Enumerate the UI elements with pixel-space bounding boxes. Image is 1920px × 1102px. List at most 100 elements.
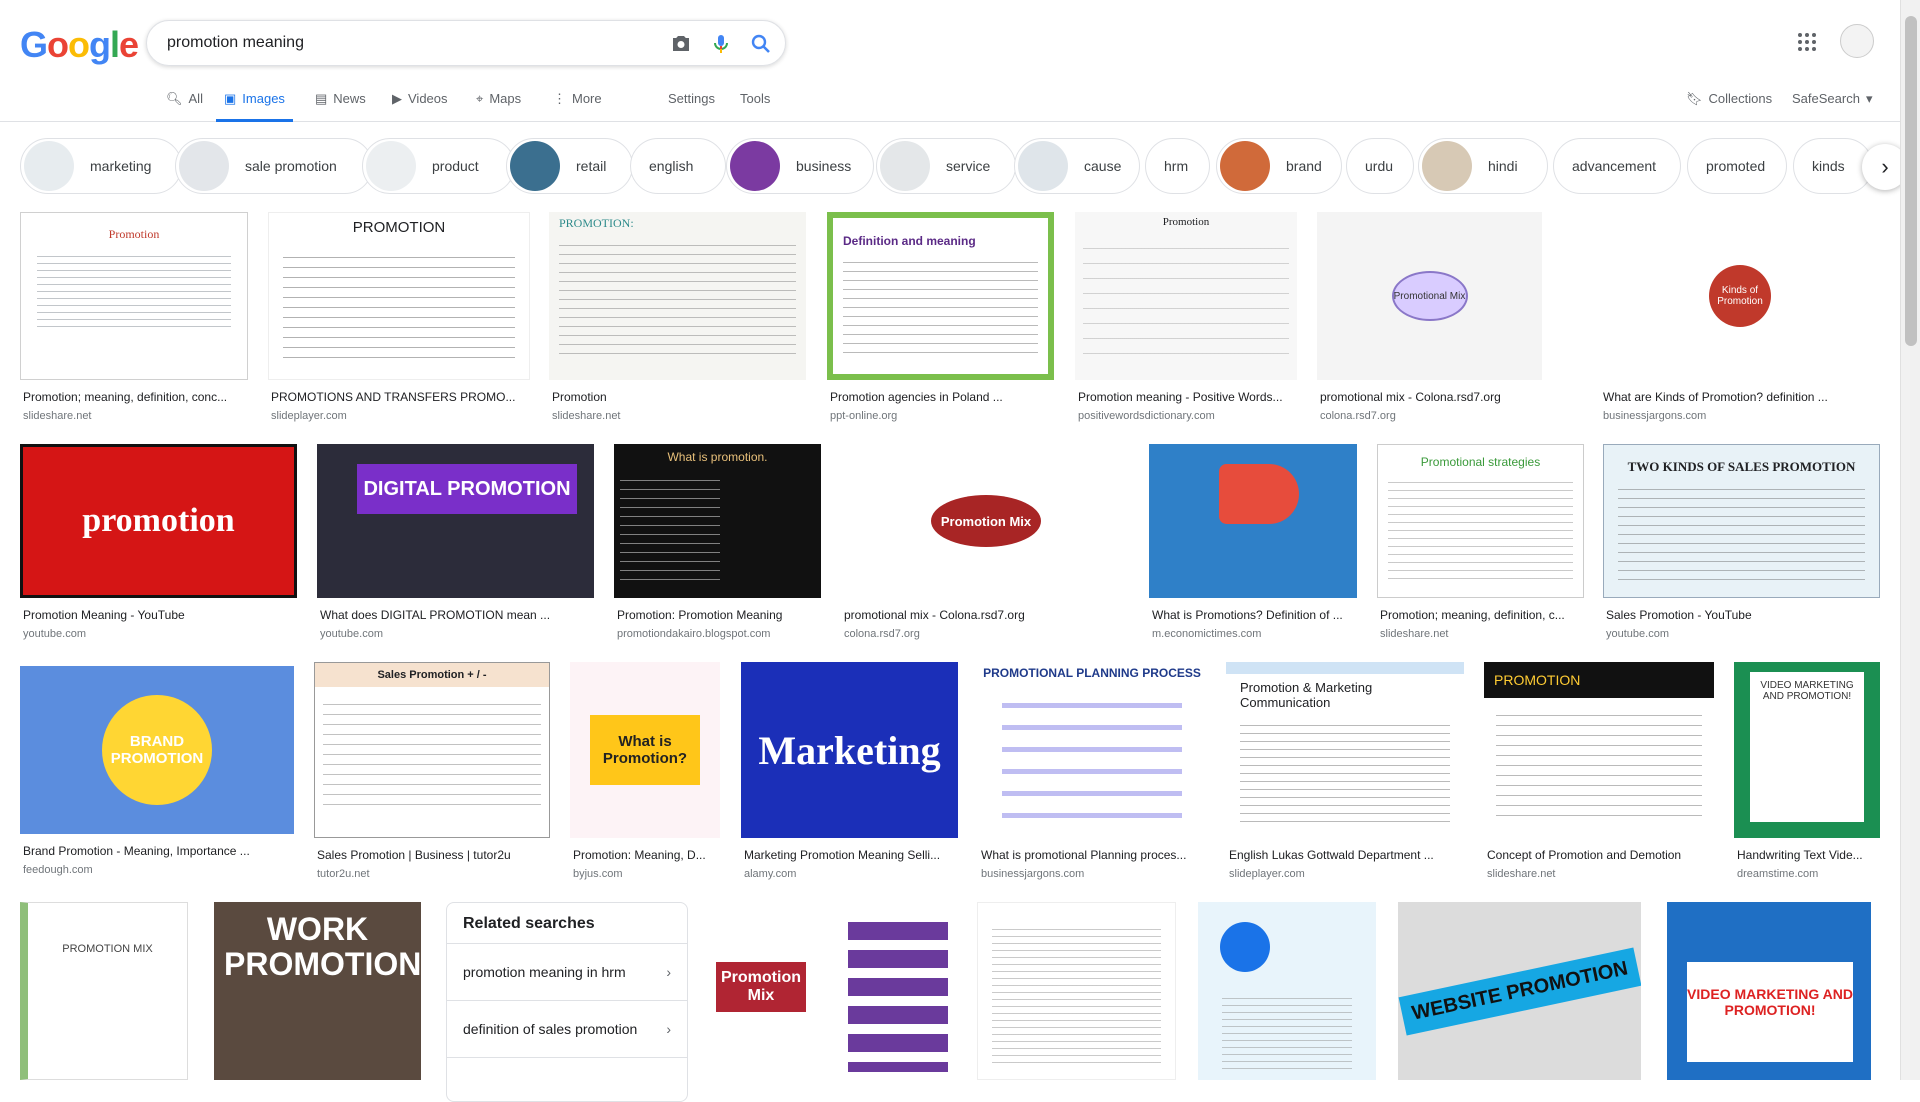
result-caption: What does DIGITAL PROMOTION mean ...	[320, 608, 551, 622]
tab-label: Videos	[408, 91, 448, 106]
image-result[interactable]: VIDEO MARKETING AND PROMOTION!	[1667, 902, 1871, 1080]
result-thumbnail: Promotional strategies	[1377, 444, 1584, 598]
chip[interactable]: english	[630, 138, 726, 194]
tab-label: Images	[242, 91, 285, 106]
chip[interactable]: urdu	[1346, 138, 1414, 194]
result-thumbnail: PROMOTION:	[549, 212, 806, 380]
result-source: slideshare.net	[1487, 868, 1556, 880]
result-source: youtube.com	[1606, 628, 1669, 640]
chip[interactable]: hindi	[1418, 138, 1548, 194]
chip-label: hrm	[1164, 158, 1189, 174]
chip-label: business	[796, 158, 852, 174]
tab-videos[interactable]: ▶ Videos	[392, 91, 448, 122]
image-result[interactable]: promotion Promotion Meaning - YouTube yo…	[20, 444, 297, 644]
thumb-title: BRAND PROMOTION	[102, 695, 212, 805]
related-search-item[interactable]: promotion meaning in hrm ›	[447, 944, 687, 1001]
chip[interactable]: service	[876, 138, 1016, 194]
search-icon[interactable]	[749, 32, 773, 56]
result-thumbnail: Sales Promotion + / -	[314, 662, 550, 838]
number-badge	[1220, 922, 1270, 972]
avatar[interactable]	[1840, 24, 1874, 58]
camera-icon[interactable]	[669, 32, 693, 56]
thumb-text-lines	[1496, 706, 1702, 816]
tab-images[interactable]: ▣ Images	[216, 91, 293, 122]
image-result[interactable]: Promotion Promotion; meaning, definition…	[20, 212, 248, 422]
thumb-title: What is promotion.	[667, 450, 768, 464]
result-caption: Promotion	[552, 390, 607, 404]
microphone-icon[interactable]	[709, 32, 733, 56]
image-result[interactable]: WORK PROMOTION!	[214, 902, 421, 1080]
search-input[interactable]	[167, 31, 647, 55]
result-thumbnail: VIDEO MARKETING AND PROMOTION!	[1734, 662, 1880, 838]
result-source: businessjargons.com	[981, 868, 1085, 880]
image-result[interactable]: Promotion Mix promotional mix - Colona.r…	[841, 444, 1131, 644]
image-result[interactable]: Kinds of Promotion What are Kinds of Pro…	[1600, 212, 1880, 422]
image-result[interactable]: Promotional strategies Promotion; meanin…	[1377, 444, 1584, 644]
image-result[interactable]: Promotion & Marketing Communication Engl…	[1226, 662, 1464, 880]
page-scrollbar[interactable]	[1900, 0, 1920, 1080]
apps-icon[interactable]	[1795, 30, 1819, 54]
image-result[interactable]: What is Promotion? Promotion: Meaning, D…	[570, 662, 720, 880]
image-result[interactable]: WEBSITE PROMOTION	[1398, 902, 1641, 1080]
image-result[interactable]: PROMOTION MIX	[20, 902, 188, 1080]
result-caption: What are Kinds of Promotion? definition …	[1603, 390, 1828, 404]
tab-news[interactable]: ▤ News	[315, 91, 366, 122]
scrollbar-thumb[interactable]	[1905, 16, 1917, 346]
chip[interactable]: retail	[506, 138, 633, 194]
image-result[interactable]: What is Promotions? Definition of ... m.…	[1149, 444, 1357, 644]
image-result[interactable]: PROMOTION: Promotion slideshare.net	[549, 212, 806, 422]
chip[interactable]: product	[362, 138, 515, 194]
image-result[interactable]: Promotion Mix	[708, 902, 951, 1080]
related-search-item[interactable]: definition of sales promotion ›	[447, 1001, 687, 1058]
result-source: youtube.com	[23, 628, 86, 640]
chip[interactable]: hrm	[1145, 138, 1210, 194]
thumb-text-lines	[323, 695, 541, 805]
chip[interactable]: marketing	[20, 138, 182, 194]
image-result[interactable]: Marketing Marketing Promotion Meaning Se…	[741, 662, 958, 880]
chip[interactable]: advancement	[1553, 138, 1681, 194]
collections-link[interactable]: 🔖︎ Collections	[1686, 91, 1772, 107]
thumb-title: WEBSITE PROMOTION	[1398, 946, 1641, 1036]
logo-letter: o	[47, 24, 69, 65]
thumb-text-lines	[1083, 234, 1289, 354]
tab-maps[interactable]: ⌖ Maps	[476, 91, 521, 122]
tools-link[interactable]: Tools	[740, 91, 770, 122]
settings-link[interactable]: Settings	[668, 91, 715, 122]
chip[interactable]: brand	[1216, 138, 1342, 194]
chip[interactable]: sale promotion	[175, 138, 373, 194]
chip[interactable]: promoted	[1687, 138, 1787, 194]
image-result[interactable]: What is promotion. Promotion: Promotion …	[614, 444, 821, 644]
thumb-text-lines	[283, 248, 515, 358]
image-result[interactable]	[1198, 902, 1376, 1080]
image-result[interactable]: Promotional Mix promotional mix - Colona…	[1317, 212, 1542, 422]
image-result[interactable]: Definition and meaning Promotion agencie…	[827, 212, 1054, 422]
chip[interactable]: kinds	[1793, 138, 1873, 194]
chip[interactable]: cause	[1014, 138, 1140, 194]
image-result[interactable]	[977, 902, 1176, 1080]
result-thumbnail: Marketing	[741, 662, 958, 838]
image-result[interactable]: PROMOTIONAL PLANNING PROCESS What is pro…	[978, 662, 1206, 880]
image-result[interactable]: PROMOTION PROMOTIONS AND TRANSFERS PROMO…	[268, 212, 530, 422]
safesearch-label: SafeSearch	[1792, 91, 1860, 106]
chip-thumb	[1220, 141, 1270, 191]
result-caption: English Lukas Gottwald Department ...	[1229, 848, 1434, 862]
tab-more[interactable]: ⋮ More	[553, 91, 602, 122]
result-source: promotiondakairo.blogspot.com	[617, 628, 771, 640]
thumb-title: DIGITAL PROMOTION	[357, 464, 577, 514]
diagram-center: Kinds of Promotion	[1709, 265, 1771, 327]
google-logo[interactable]: Google	[20, 24, 139, 66]
image-result[interactable]: VIDEO MARKETING AND PROMOTION! Handwriti…	[1734, 662, 1880, 880]
image-result[interactable]: TWO KINDS OF SALES PROMOTION Sales Promo…	[1603, 444, 1880, 644]
safesearch-toggle[interactable]: SafeSearch ▾	[1792, 91, 1872, 107]
thumb-title: Promotional strategies	[1420, 455, 1541, 469]
image-result[interactable]: Sales Promotion + / - Sales Promotion | …	[314, 662, 550, 880]
tab-all[interactable]: 🔍︎ All	[166, 91, 203, 122]
thumb-title: promotion	[82, 502, 235, 539]
chip-label: hindi	[1488, 158, 1518, 174]
chip[interactable]: business	[726, 138, 874, 194]
image-result[interactable]: DIGITAL PROMOTION What does DIGITAL PROM…	[317, 444, 594, 644]
image-result[interactable]: PROMOTION Concept of Promotion and Demot…	[1484, 662, 1714, 880]
result-thumbnail: Promotion	[1075, 212, 1297, 380]
image-result[interactable]: Promotion Promotion meaning - Positive W…	[1075, 212, 1297, 422]
image-result[interactable]: BRAND PROMOTION Brand Promotion - Meanin…	[20, 662, 294, 880]
